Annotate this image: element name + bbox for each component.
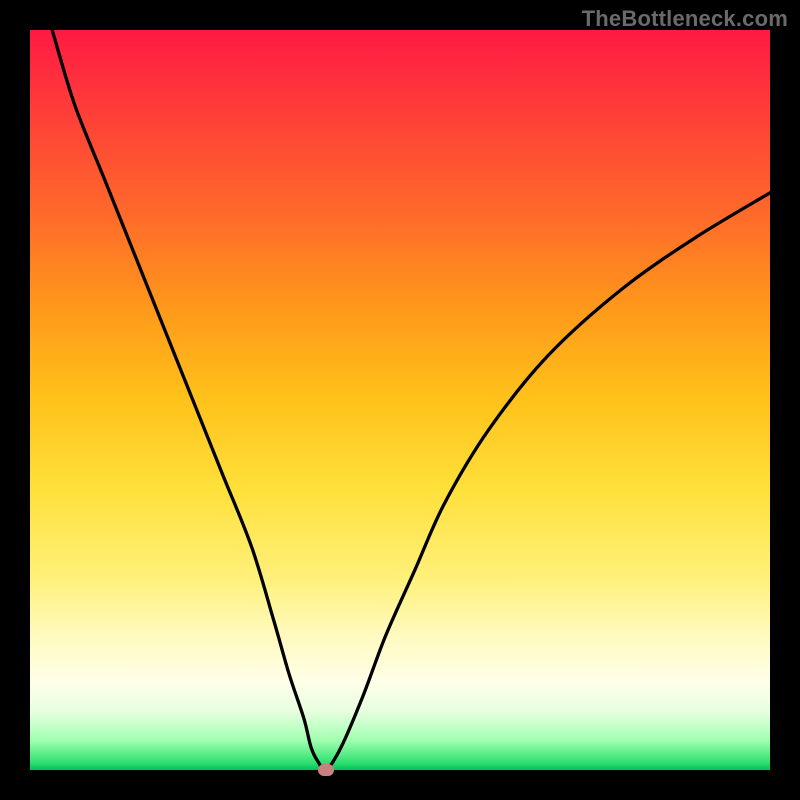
watermark-text: TheBottleneck.com [582,6,788,32]
chart-frame: TheBottleneck.com [0,0,800,800]
plot-area [30,30,770,770]
curve-svg [30,30,770,770]
bottleneck-curve-path [52,30,770,771]
optimum-marker [318,764,334,776]
